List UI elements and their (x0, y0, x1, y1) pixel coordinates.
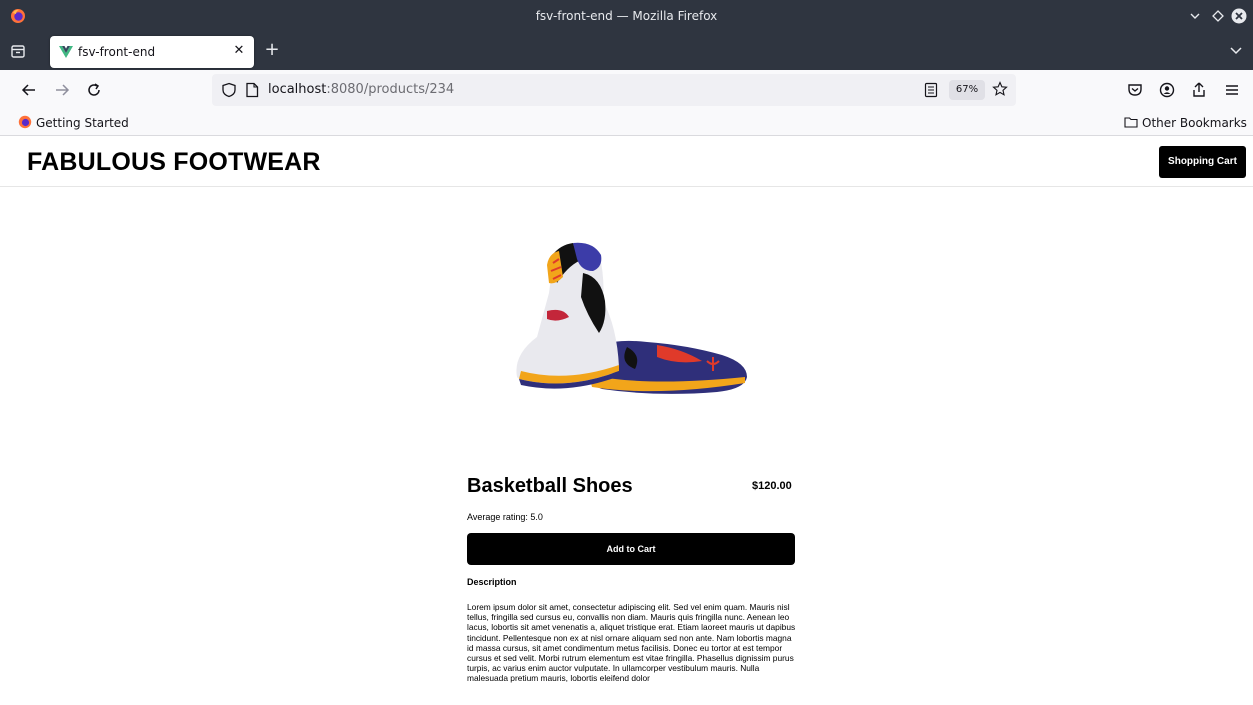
url-host: localhost (268, 82, 327, 97)
tab-label: fsv-front-end (78, 45, 156, 59)
site-header: FABULOUS FOOTWEAR Shopping Cart (0, 137, 1253, 187)
new-tab-icon[interactable]: + (263, 41, 281, 60)
shopping-cart-button[interactable]: Shopping Cart (1159, 146, 1246, 178)
url-path: :8080/products/234 (326, 82, 455, 97)
window-titlebar: fsv-front-end — Mozilla Firefox (0, 0, 1253, 32)
url-text[interactable]: localhost:8080/products/234 (268, 82, 454, 97)
firefox-logo-icon (18, 115, 32, 129)
bookmark-label: Getting Started (36, 116, 129, 130)
url-bar[interactable]: localhost:8080/products/234 67% (212, 74, 1016, 106)
folder-icon (1124, 117, 1138, 128)
back-icon[interactable] (19, 80, 39, 100)
average-rating: Average rating: 5.0 (467, 512, 543, 522)
maximize-icon[interactable] (1210, 8, 1226, 24)
description-text: Lorem ipsum dolor sit amet, consectetur … (467, 602, 796, 684)
tab-fsv-front-end[interactable]: fsv-front-end ✕ (50, 36, 254, 68)
reader-view-icon[interactable] (924, 82, 938, 98)
share-icon[interactable] (1189, 80, 1209, 100)
bookmarks-toolbar: Getting Started Other Bookmarks (0, 110, 1253, 136)
tab-strip: fsv-front-end ✕ + (0, 32, 1253, 70)
description-heading: Description (467, 577, 517, 587)
window-title: fsv-front-end — Mozilla Firefox (535, 9, 718, 23)
minimize-icon[interactable] (1187, 8, 1203, 24)
page-content: FABULOUS FOOTWEAR Shopping Cart Basketba… (0, 137, 1253, 705)
forward-icon[interactable] (52, 80, 72, 100)
product-image (516, 242, 747, 394)
product-name: Basketball Shoes (467, 475, 633, 497)
site-title[interactable]: FABULOUS FOOTWEAR (27, 148, 321, 177)
account-icon[interactable] (1157, 80, 1177, 100)
bookmark-getting-started[interactable]: Getting Started (18, 115, 129, 131)
bookmark-label: Other Bookmarks (1142, 116, 1247, 130)
add-to-cart-button[interactable]: Add to Cart (467, 533, 795, 565)
bookmark-star-icon[interactable] (992, 81, 1008, 97)
product-price: $120.00 (752, 480, 792, 492)
tab-list-icon[interactable] (9, 42, 27, 60)
page-info-icon[interactable] (245, 82, 259, 98)
close-window-icon[interactable] (1231, 8, 1247, 24)
navigation-toolbar: localhost:8080/products/234 67% (0, 70, 1253, 110)
bookmark-other-bookmarks[interactable]: Other Bookmarks (1124, 115, 1247, 131)
menu-icon[interactable] (1222, 80, 1242, 100)
list-all-tabs-icon[interactable] (1228, 44, 1244, 58)
tab-close-icon[interactable]: ✕ (232, 44, 246, 58)
reload-icon[interactable] (84, 80, 104, 100)
vue-logo-icon (59, 46, 73, 58)
tracking-protection-icon[interactable] (221, 82, 237, 98)
pocket-icon[interactable] (1125, 80, 1145, 100)
zoom-level-badge[interactable]: 67% (949, 80, 985, 100)
